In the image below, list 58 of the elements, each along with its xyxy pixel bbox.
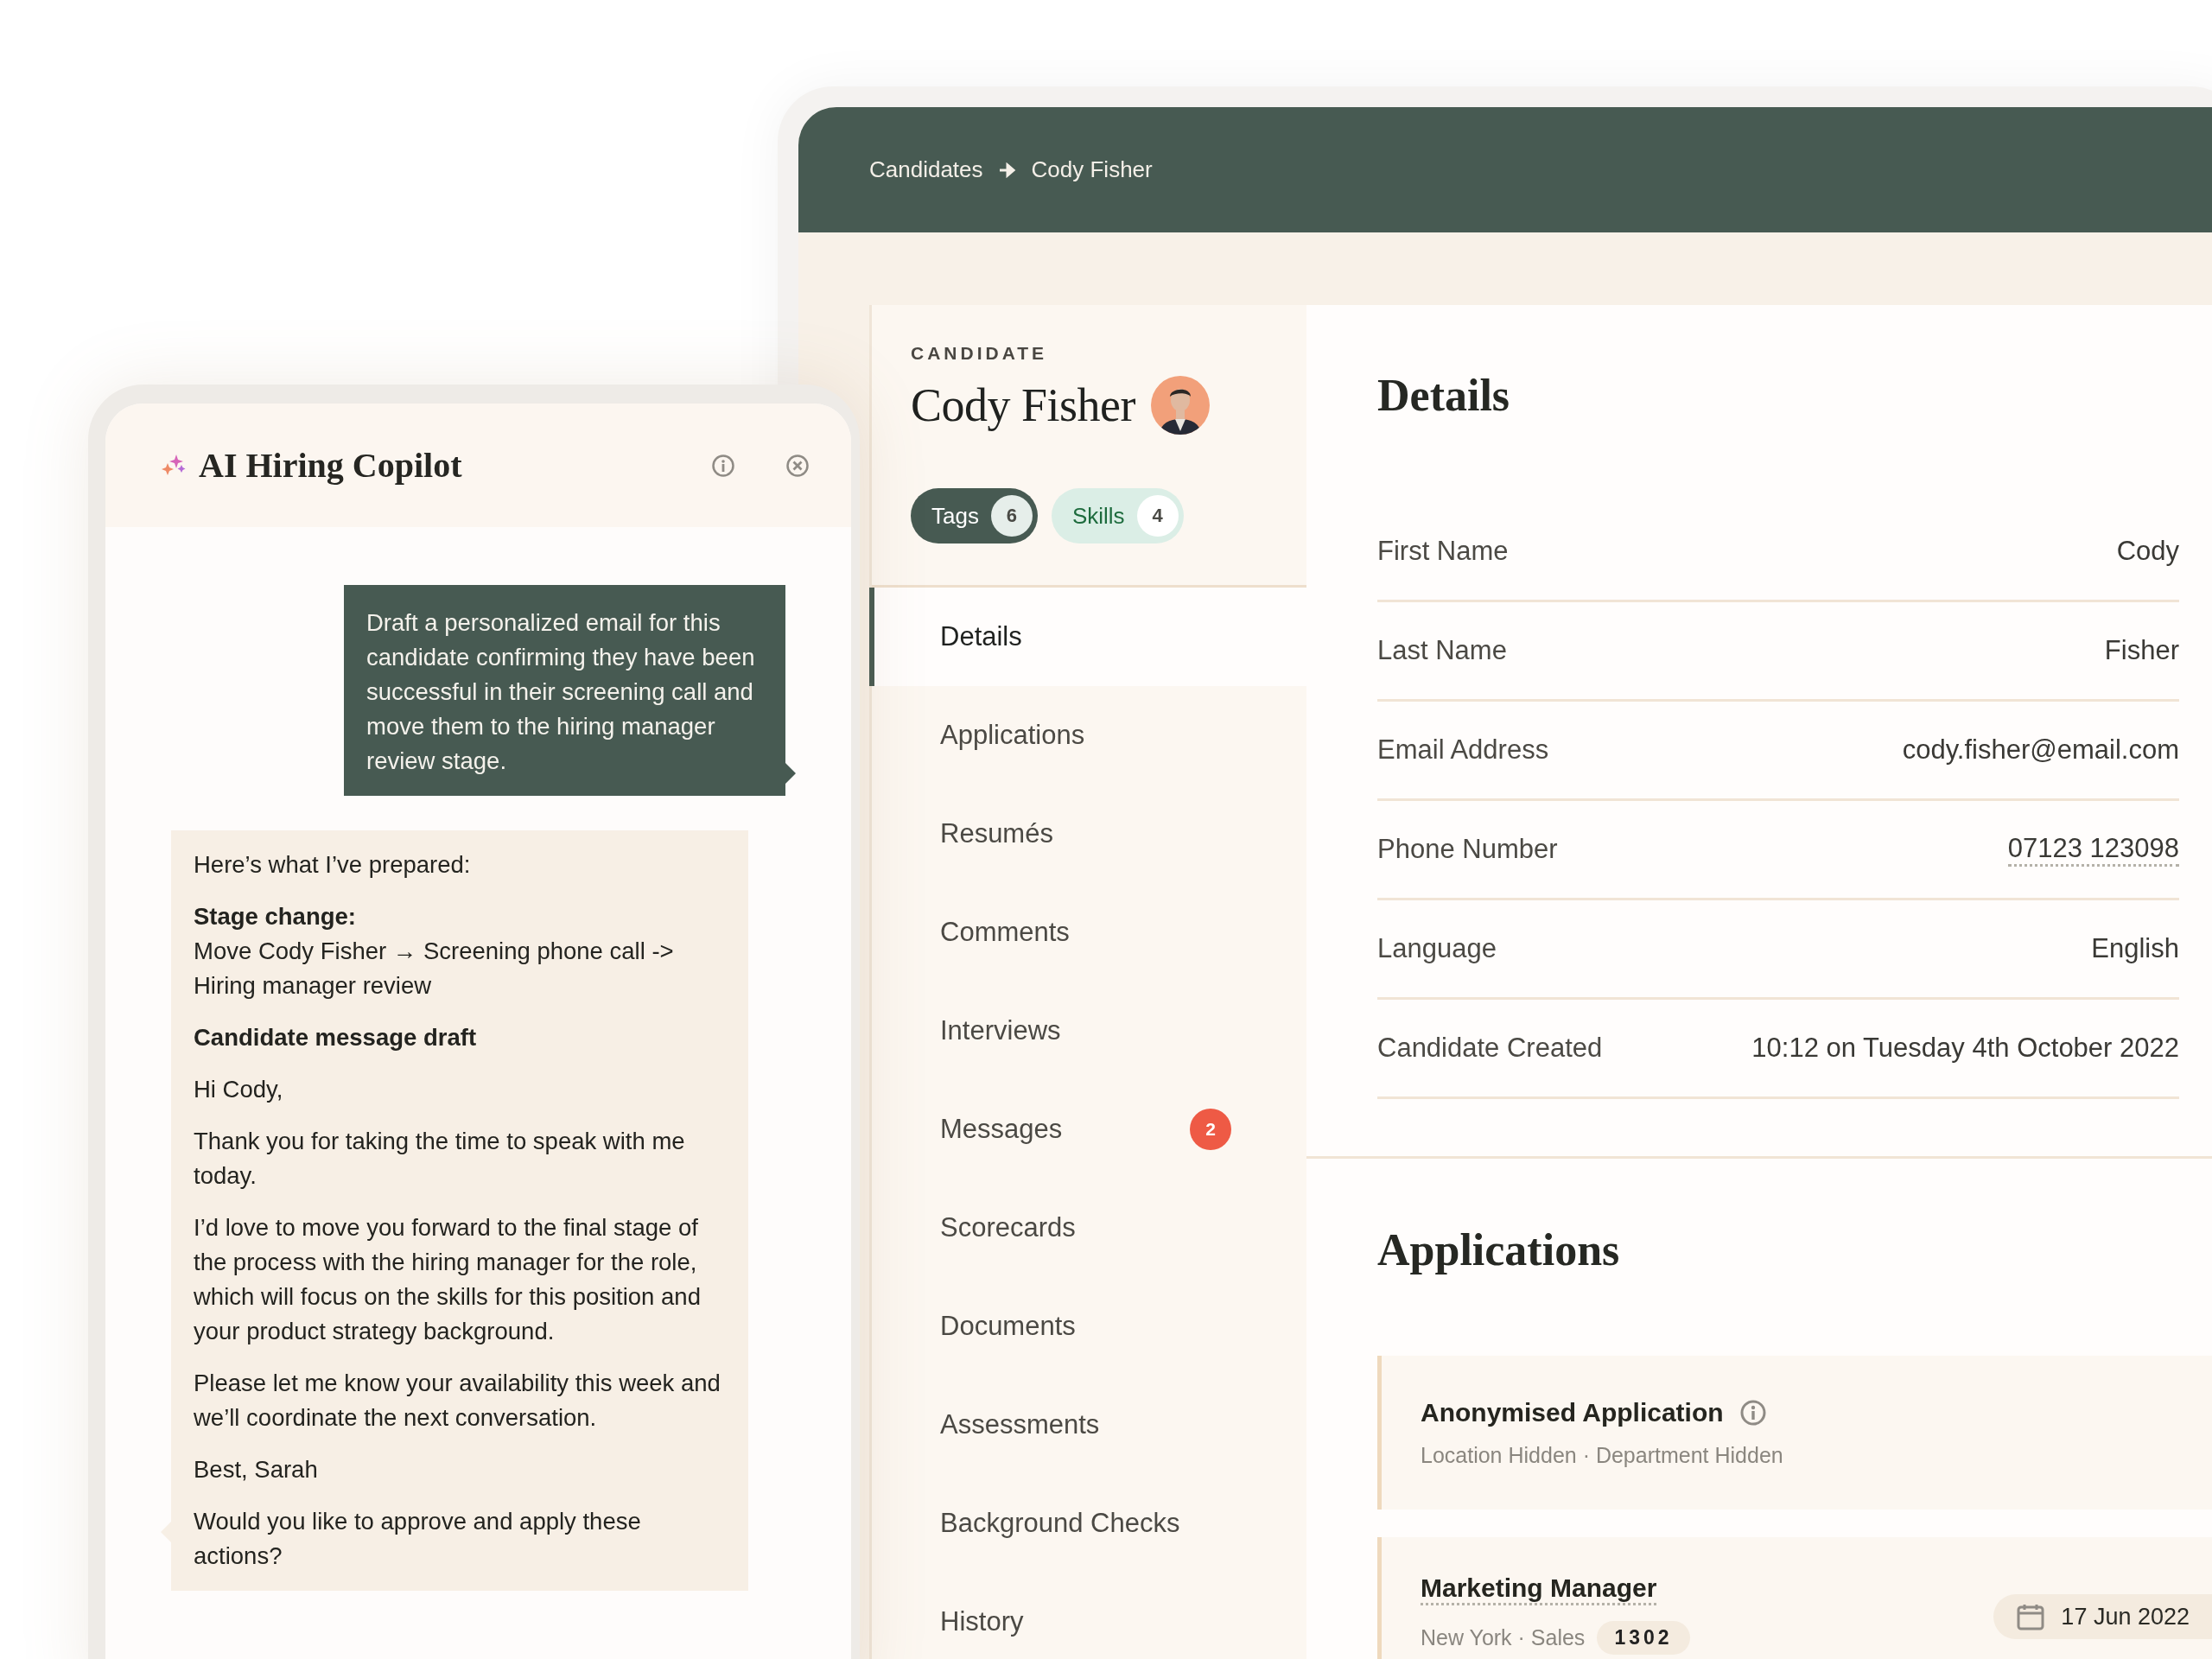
arrow-icon <box>998 162 1016 178</box>
nav-item[interactable]: History <box>872 1573 1306 1659</box>
nav-item[interactable]: Documents <box>872 1277 1306 1376</box>
section-label: CANDIDATE <box>911 343 1048 364</box>
field-label: First Name <box>1377 536 1509 567</box>
candidate-name: Cody Fisher <box>911 378 1136 432</box>
message-paragraph: Please let me know your availability this week and we’ll coordinate the next conversation. <box>194 1369 721 1433</box>
message-paragraph: Best, Sarah <box>194 1455 319 1484</box>
application-card[interactable]: Anonymised Application Location Hidden · Department Hidden <box>1377 1356 2212 1510</box>
application-meta: New York · Sales <box>1421 1625 1586 1650</box>
field-label: Last Name <box>1377 635 1507 666</box>
field-value: cody.fisher@email.com <box>1902 734 2179 766</box>
field-value: Cody <box>2116 536 2179 567</box>
section-title: Applications <box>1377 1224 1620 1275</box>
message-paragraph: I’d love to move you forward to the final stage of the process with the hiring manager for the role, which will focus on the skills for this position and your product strategy background. <box>194 1213 702 1346</box>
nav-item[interactable]: Resumés <box>872 785 1306 883</box>
field-value: English <box>2091 933 2179 964</box>
info-button[interactable] <box>711 453 735 478</box>
application-meta: Location Hidden · Department Hidden <box>1421 1442 1783 1468</box>
filter-pill[interactable]: Tags 6 <box>911 488 1038 543</box>
application-card[interactable]: Marketing Manager New York · Sales 1302 17 Jun 2022 <box>1377 1537 2212 1659</box>
breadcrumb-link[interactable]: Candidates <box>869 156 983 183</box>
nav-item[interactable]: Comments <box>872 883 1306 982</box>
nav-item[interactable]: Assessments <box>872 1376 1306 1474</box>
message-paragraph: Thank you for taking the time to speak with me today. <box>194 1127 686 1191</box>
field-value: 10:12 on Tuesday 4th October 2022 <box>1751 1033 2179 1064</box>
date-tag: 17 Jun 2022 <box>1993 1594 2212 1639</box>
panel-title: AI Hiring Copilot <box>199 445 463 486</box>
nav-item[interactable]: Messages 2 <box>872 1080 1306 1179</box>
close-button[interactable] <box>785 453 810 478</box>
nav-item[interactable]: Details <box>869 588 1306 686</box>
nav-item[interactable]: Applications <box>872 686 1306 785</box>
count-badge: 2 <box>1190 1109 1231 1150</box>
info-icon <box>711 453 735 478</box>
calendar-icon <box>2016 1603 2046 1630</box>
nav-item[interactable]: Scorecards <box>872 1179 1306 1277</box>
close-icon <box>785 453 810 478</box>
nav-item[interactable]: Background Checks <box>872 1474 1306 1573</box>
field-label: Email Address <box>1377 734 1549 766</box>
filter-pill[interactable]: Skills 4 <box>1051 488 1184 543</box>
message-paragraph: Candidate message draft <box>194 1023 478 1052</box>
nav-item[interactable]: Interviews <box>872 982 1306 1080</box>
application-title: Anonymised Application <box>1421 1397 1724 1427</box>
job-title-link[interactable]: Marketing Manager <box>1421 1573 1657 1605</box>
message-paragraph: Hi Cody, <box>194 1075 284 1104</box>
message-paragraph: Here’s what I’ve prepared: <box>194 850 472 880</box>
message-paragraph: Would you like to approve and apply these actions? <box>194 1507 642 1571</box>
job-number: 1302 <box>1597 1621 1690 1655</box>
field-label: Language <box>1377 933 1497 964</box>
phone-link[interactable]: 07123 123098 <box>2007 832 2179 867</box>
user-message: Draft a personalized email for this candidate confirming they have been successful in their screening call and move them to the hiring manager review stage. <box>344 585 796 796</box>
breadcrumb-link[interactable]: Cody Fisher <box>1031 156 1153 183</box>
field-value: Fisher <box>2104 635 2179 666</box>
field-label: Candidate Created <box>1377 1033 1603 1064</box>
info-icon <box>1738 1398 1767 1427</box>
section-title: Details <box>1377 370 1510 421</box>
message-paragraph: Stage change: Move Cody Fisher → Screening phone call -> Hiring manager review <box>194 902 675 1001</box>
field-label: Phone Number <box>1377 834 1558 865</box>
